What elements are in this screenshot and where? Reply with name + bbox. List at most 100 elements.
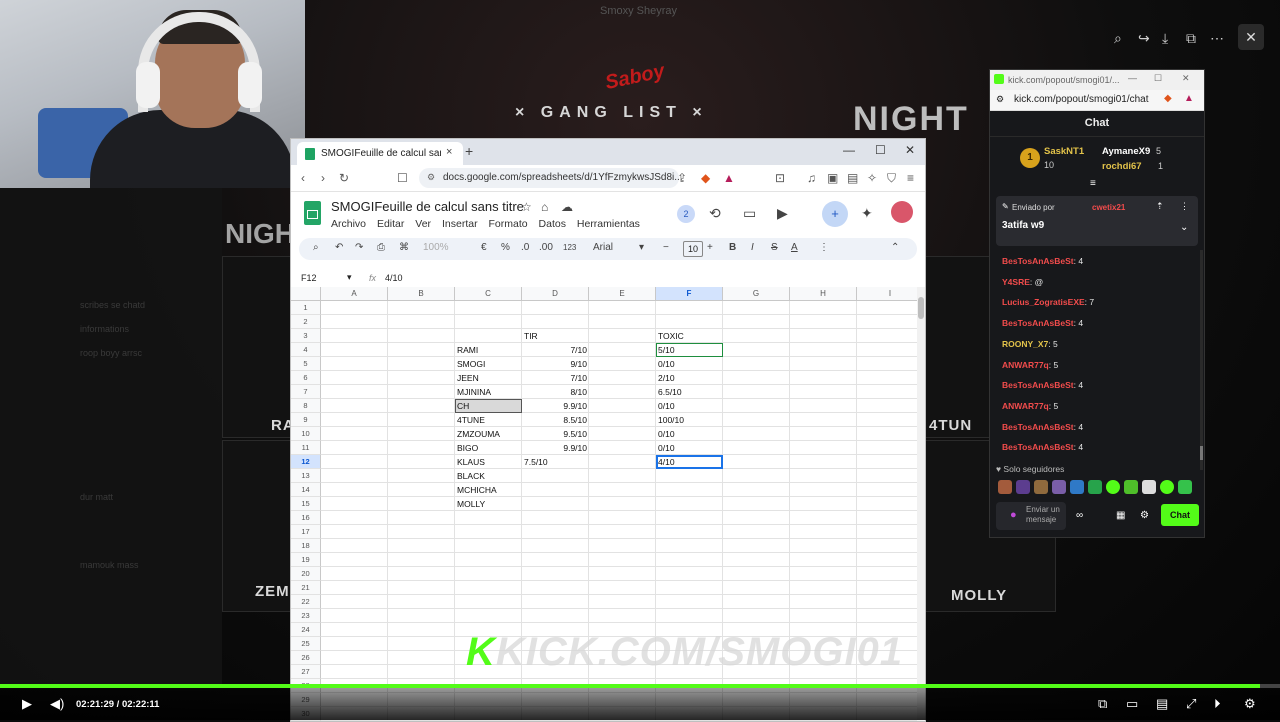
unpin-icon[interactable]: ⇡ [1156,201,1164,212]
menu-icon[interactable]: ≡ [907,171,914,185]
player-name-cell[interactable]: ZMZOUMA [455,427,522,441]
bold-button[interactable]: B [729,242,736,253]
move-icon[interactable]: ⌂ [541,200,548,214]
download-icon[interactable]: ⤓ [1162,30,1168,47]
tir-cell[interactable]: 9/10 [522,357,589,371]
volume-icon[interactable]: ◀) [50,696,64,712]
player-name-cell[interactable]: JEEN [455,371,522,385]
pip-icon[interactable]: ⧉ [1098,696,1107,712]
chat-username[interactable]: ROONY_X7 [1002,339,1048,349]
row-header-21[interactable]: 21 [291,581,321,595]
comments-icon[interactable]: ▭ [743,205,756,222]
site-info-icon[interactable]: ⚙ [427,172,435,183]
column-header-i[interactable]: I [857,287,917,301]
column-header-e[interactable]: E [589,287,656,301]
collapse-toolbar-icon[interactable]: ⌃ [891,242,899,253]
row-header-2[interactable]: 2 [291,315,321,329]
account-avatar[interactable] [891,201,913,223]
star-icon[interactable]: ☆ [521,200,532,214]
brave-rewards-icon[interactable]: ▲ [1184,93,1194,104]
column-header-d[interactable]: D [522,287,589,301]
tir-cell[interactable]: 7/10 [522,343,589,357]
close-window-button[interactable]: ✕ [905,143,915,157]
meet-icon[interactable]: ▶ [777,205,788,222]
tir-cell[interactable]: 7.5/10 [522,455,589,469]
top-gifter-name[interactable]: SaskNT1 [1044,146,1084,157]
chat-username[interactable]: BesTosAnAsBeSt [1002,422,1074,432]
popout-icon[interactable]: ⧉ [1186,30,1196,47]
pinned-more-icon[interactable]: ⋮ [1180,201,1189,212]
tir-cell[interactable]: 9.9/10 [522,441,589,455]
share-icon[interactable]: ↪ [1138,30,1150,47]
player-name-cell[interactable]: BLACK [455,469,522,483]
formula-input[interactable]: 4/10 [385,273,403,283]
toxic-cell[interactable]: 5/10 [656,343,723,357]
chat-username[interactable]: BesTosAnAsBeSt [1002,442,1074,452]
speed-icon[interactable]: ⏵ [1214,696,1221,712]
name-box-dropdown-icon[interactable]: ▾ [347,272,352,283]
zoom-select[interactable]: 100% [423,242,449,253]
emote[interactable] [1178,480,1192,494]
decrease-decimals[interactable]: .0 [521,242,529,253]
gemini-icon[interactable]: ✦ [861,205,873,222]
emote[interactable] [1052,480,1066,494]
row-header-22[interactable]: 22 [291,595,321,609]
infinity-icon[interactable]: ∞ [1076,510,1083,521]
menu-archivo[interactable]: Archivo [331,218,366,230]
close-tab-icon[interactable]: × [446,146,452,158]
close-player-button[interactable]: ✕ [1238,24,1264,50]
chevron-down-icon[interactable]: ⌄ [1180,222,1188,233]
row-header-3[interactable]: 3 [291,329,321,343]
column-header-a[interactable]: A [321,287,388,301]
toxic-cell[interactable]: 6.5/10 [656,385,723,399]
row-header-25[interactable]: 25 [291,637,321,651]
new-tab-button[interactable]: + [465,143,473,159]
collaborator-count-badge[interactable]: 2 [677,205,695,223]
chat-scrollbar[interactable] [1200,250,1203,470]
row-header-23[interactable]: 23 [291,609,321,623]
font-dropdown-icon[interactable]: ▾ [639,242,644,253]
row-header-11[interactable]: 11 [291,441,321,455]
chat-username[interactable]: ANWAR77q [1002,401,1049,411]
row-header-14[interactable]: 14 [291,483,321,497]
paint-format-icon[interactable]: ⌘ [399,242,409,253]
expand-leaderboard-icon[interactable]: ≡ [1090,178,1096,189]
third-gifter-name[interactable]: rochdi67 [1102,161,1142,172]
strikethrough-button[interactable]: S [771,242,778,253]
more-icon[interactable]: ⋯ [1210,30,1224,47]
tir-cell[interactable]: 8.5/10 [522,413,589,427]
emote[interactable] [1088,480,1102,494]
row-header-18[interactable]: 18 [291,539,321,553]
chat-input[interactable]: ● Enviar un mensaje [996,502,1066,530]
back-icon[interactable]: ‹ [301,171,305,185]
gear-icon[interactable]: ⚙ [1140,510,1149,521]
row-header-17[interactable]: 17 [291,525,321,539]
redo-icon[interactable]: ↷ [355,242,363,253]
chat-username[interactable]: BesTosAnAsBeSt [1002,380,1074,390]
toxic-cell[interactable]: 2/10 [656,371,723,385]
maximize-button[interactable]: ☐ [875,143,886,157]
row-header-15[interactable]: 15 [291,497,321,511]
header-toxic[interactable]: TOXIC [656,329,723,343]
column-header-g[interactable]: G [723,287,790,301]
emote[interactable] [1106,480,1120,494]
italic-button[interactable]: I [751,242,754,253]
tir-cell[interactable]: 9.9/10 [522,399,589,413]
player-name-cell[interactable]: RAMI [455,343,522,357]
toxic-cell[interactable]: 0/10 [656,427,723,441]
font-select[interactable]: Arial [593,242,613,253]
share-page-icon[interactable]: ⇪ [677,171,687,185]
address-bar[interactable]: ⚙ docs.google.com/spreadsheets/d/1YfFzmy… [419,168,683,188]
toxic-cell[interactable]: 0/10 [656,399,723,413]
chat-maximize-button[interactable]: ☐ [1154,73,1162,84]
player-name-cell[interactable]: MOLLY [455,497,522,511]
player-name-cell[interactable]: BIGO [455,441,522,455]
install-icon[interactable]: ⊡ [775,171,785,185]
reload-icon[interactable]: ↻ [339,171,349,185]
fullscreen-icon[interactable]: ⤢ [1186,696,1196,712]
second-gifter-name[interactable]: AymaneX9 [1102,146,1150,157]
currency-format[interactable]: € [481,242,487,253]
row-header-4[interactable]: 4 [291,343,321,357]
brave-rewards-icon[interactable]: ▲ [723,171,735,185]
tir-cell[interactable]: 7/10 [522,371,589,385]
